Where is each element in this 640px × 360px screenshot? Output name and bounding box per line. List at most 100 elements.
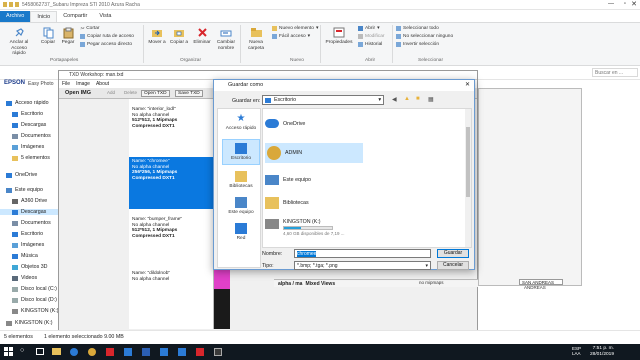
place-escritorio[interactable]: Escritorio: [222, 139, 260, 165]
up-folder-icon[interactable]: ▲: [404, 96, 410, 102]
filename-input[interactable]: chromee: [294, 249, 431, 258]
easy-access-button[interactable]: Fácil acceso ▾: [272, 34, 310, 39]
place-acceso-rapido[interactable]: ★ Acceso rápido: [222, 113, 260, 131]
select-none-button[interactable]: No seleccionar ninguno: [396, 34, 453, 39]
copy-path-button[interactable]: Copiar ruta de acceso: [80, 34, 134, 39]
open-img-button[interactable]: Open IMG: [65, 90, 91, 96]
menu-about[interactable]: About: [96, 81, 109, 87]
history-button[interactable]: Historial: [358, 42, 382, 47]
delete-button[interactable]: Eliminar: [191, 26, 213, 46]
place-bibliotecas[interactable]: Bibliotecas: [222, 171, 260, 189]
menu-file[interactable]: File: [62, 81, 70, 87]
place-red[interactable]: Red: [222, 223, 260, 241]
file-item-este-equipo[interactable]: Este equipo: [265, 175, 311, 185]
file-item-bibliotecas[interactable]: Bibliotecas: [265, 197, 309, 209]
rename-button[interactable]: Cambiar nombre: [214, 26, 238, 51]
nav-item-descargas-pc[interactable]: Descargas: [0, 209, 60, 215]
copy-button[interactable]: Copiar: [38, 26, 58, 46]
paste-button[interactable]: Pegar: [58, 26, 78, 46]
file-item-kingston[interactable]: KINGSTON (K:) 4,60 GB disponibles de 7,1…: [265, 219, 345, 236]
app-icon[interactable]: [106, 348, 114, 356]
select-all-button[interactable]: Seleccionar todo: [396, 26, 439, 31]
nav-item-videos[interactable]: Videos: [12, 275, 37, 281]
open-button[interactable]: Abrir ▾: [358, 26, 380, 31]
tab-inicio[interactable]: Inicio: [30, 11, 58, 22]
view-menu-icon[interactable]: ▦: [428, 96, 434, 103]
properties-button[interactable]: Propiedades: [323, 26, 355, 46]
pin-quick-access-button[interactable]: Anclar al Acceso rápido: [4, 26, 34, 57]
edge-icon[interactable]: [70, 348, 78, 356]
nav-item-imagenes[interactable]: Imágenes: [12, 144, 44, 150]
task-view-icon[interactable]: [36, 348, 44, 355]
copy-to-button[interactable]: Copiar a: [168, 26, 190, 46]
texture-item-selected[interactable]: Name: "chromee" No alpha channel 256*256…: [129, 157, 214, 209]
app-icon[interactable]: [214, 348, 222, 356]
new-folder-button[interactable]: Nueva carpeta: [243, 26, 269, 51]
back-icon[interactable]: ◀: [392, 96, 397, 103]
file-item-onedrive[interactable]: OneDrive: [265, 119, 305, 128]
nav-item-5-elementos[interactable]: 5 elementos: [12, 155, 50, 161]
nav-item-objetos-3d[interactable]: Objetos 3D: [12, 264, 48, 270]
nav-item-musica[interactable]: Música: [12, 253, 38, 259]
filetype-select[interactable]: *.bmp; *.tga; *.png ▾: [294, 261, 431, 270]
nav-item-a360[interactable]: A360 Drive: [12, 198, 47, 204]
texture-item[interactable]: Name: "interior_lodl" No alpha channel 5…: [129, 105, 214, 153]
open-txd-button[interactable]: Open TXD: [141, 90, 170, 97]
app-icon[interactable]: [196, 348, 204, 356]
nav-item-este-equipo[interactable]: Este equipo: [6, 187, 43, 193]
file-explorer-icon[interactable]: [52, 348, 61, 355]
word-icon[interactable]: [142, 348, 150, 356]
add-button[interactable]: Add: [107, 90, 115, 95]
search-icon[interactable]: ○: [20, 347, 24, 354]
nav-item-kingston-2[interactable]: KINGSTON (K:): [6, 320, 53, 326]
cut-button[interactable]: ✂ Cortar: [80, 26, 100, 32]
nav-item-kingston[interactable]: KINGSTON (K:): [12, 308, 59, 314]
windows-start-icon[interactable]: [4, 347, 13, 356]
file-item-admin[interactable]: ADMIN: [265, 143, 363, 163]
maximize-icon[interactable]: ▫: [624, 1, 626, 7]
tab-vista[interactable]: Vista: [93, 11, 117, 22]
texture-item[interactable]: Name: "bumper_frame" No alpha channel 51…: [129, 215, 214, 263]
close-icon[interactable]: ✕: [631, 0, 637, 8]
photoshop-icon[interactable]: [124, 348, 132, 356]
close-icon[interactable]: ✕: [465, 81, 470, 88]
menu-image[interactable]: Image: [76, 81, 90, 87]
app-icon[interactable]: [178, 348, 186, 356]
nav-item-acceso-rapido[interactable]: Acceso rápido: [6, 100, 49, 106]
copy-to-label: Copiar a: [169, 40, 189, 45]
tab-compartir[interactable]: Compartir: [57, 11, 93, 22]
search-input[interactable]: Buscar en ...: [592, 68, 638, 77]
nav-item-disco-c[interactable]: Disco local (C:): [12, 286, 57, 292]
invert-selection-button[interactable]: Invertir selección: [396, 42, 439, 47]
app-icon[interactable]: [160, 348, 168, 356]
delete-texture-button[interactable]: Delete: [124, 90, 137, 95]
chrome-icon[interactable]: [88, 348, 96, 356]
save-txd-button[interactable]: Save TXD: [175, 90, 203, 97]
cancel-button[interactable]: Cancelar: [437, 261, 469, 270]
invert-selection-label: Invertir selección: [403, 42, 439, 47]
paste-shortcut-button[interactable]: Pegar acceso directo: [80, 42, 132, 47]
save-button[interactable]: Guardar: [437, 249, 469, 258]
scrollbar[interactable]: [465, 109, 471, 247]
clock[interactable]: 7:51 p. m. 28/01/2019: [590, 346, 614, 357]
texture-item[interactable]: Name: "dildolnob" No alpha channel: [129, 269, 214, 309]
move-to-button[interactable]: Mover a: [146, 26, 168, 46]
minimize-icon[interactable]: —: [608, 1, 614, 7]
quick-access-toolbar[interactable]: [3, 2, 19, 8]
nav-item-descargas[interactable]: Descargas: [12, 122, 46, 128]
place-este-equipo[interactable]: Este equipo: [222, 197, 260, 215]
language-indicator[interactable]: ESP LAA: [572, 346, 581, 356]
game-select[interactable]: SAN ANDREAS: [519, 279, 563, 285]
nav-item-disco-d[interactable]: Disco local (D:): [12, 297, 57, 303]
modify-button[interactable]: Modificar: [358, 34, 384, 39]
new-item-button[interactable]: Nuevo elemento ▾: [272, 26, 318, 31]
nav-item-escritorio-pc[interactable]: Escritorio: [12, 231, 43, 237]
nav-item-imagenes-pc[interactable]: Imágenes: [12, 242, 44, 248]
new-folder-icon[interactable]: ■: [416, 96, 420, 102]
nav-item-documentos[interactable]: Documentos: [12, 133, 51, 139]
save-in-select[interactable]: Escritorio ▾: [262, 95, 384, 105]
tab-archivo[interactable]: Archivo: [0, 11, 31, 22]
nav-item-onedrive[interactable]: OneDrive: [6, 172, 37, 178]
nav-item-escritorio[interactable]: Escritorio: [12, 111, 43, 117]
nav-item-documentos-pc[interactable]: Documentos: [12, 220, 51, 226]
